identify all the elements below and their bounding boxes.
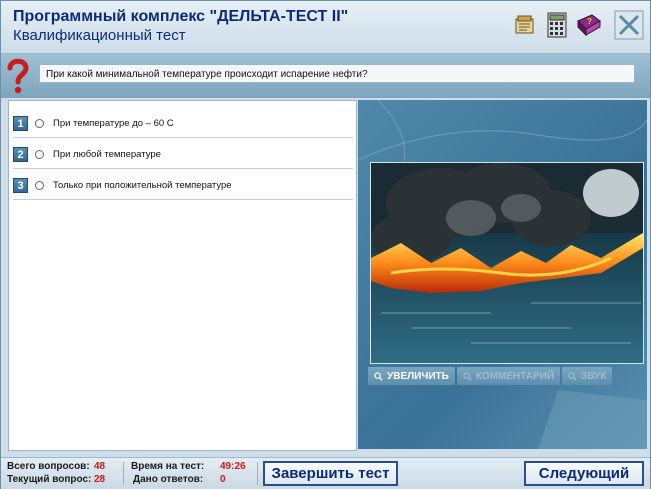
close-icon[interactable]: [614, 9, 644, 41]
question-mark-icon: [6, 56, 30, 96]
comment-button[interactable]: КОММЕНТАРИЙ: [456, 367, 561, 385]
test-time-label: Время на тест:: [131, 461, 205, 472]
status-bar: Всего вопросов: 48 Текущий вопрос: 28 Вр…: [1, 457, 650, 489]
app-title: Программный комплекс "ДЕЛЬТА-ТЕСТ II": [13, 8, 349, 25]
answer-option-1[interactable]: 1 При температуре до – 60 С: [13, 110, 353, 138]
zoom-label: УВЕЛИЧИТЬ: [387, 370, 449, 382]
comment-label: КОММЕНТАРИЙ: [475, 370, 555, 382]
toolbar: ?: [512, 9, 644, 41]
app-subtitle: Квалификационный тест: [13, 27, 186, 44]
answer-text: При температуре до – 60 С: [53, 118, 174, 129]
next-button[interactable]: Следующий: [524, 461, 644, 486]
media-buttons: УВЕЛИЧИТЬ КОММЕНТАРИЙ ЗВУК: [368, 367, 613, 385]
total-questions: Всего вопросов: 48: [7, 461, 105, 472]
divider: [257, 462, 258, 485]
answer-number: 3: [13, 178, 28, 193]
question-bar: При какой минимальной температуре происх…: [1, 54, 650, 98]
answer-option-3[interactable]: 3 Только при положительной температуре: [13, 172, 353, 200]
fire-photo[interactable]: [370, 162, 644, 364]
answer-number: 1: [13, 116, 28, 131]
answer-number: 2: [13, 147, 28, 162]
header: Программный комплекс "ДЕЛЬТА-ТЕСТ II" Кв…: [1, 1, 650, 54]
current-question-label: Текущий вопрос:: [7, 474, 92, 485]
answers-given-value: 0: [220, 474, 226, 485]
answers-panel: 1 При температуре до – 60 С 2 При любой …: [8, 100, 357, 451]
divider: [123, 462, 124, 485]
magnifier-icon: [568, 371, 577, 381]
media-panel: УВЕЛИЧИТЬ КОММЕНТАРИЙ ЗВУК: [358, 100, 647, 449]
sound-label: ЗВУК: [581, 370, 607, 382]
answer-radio[interactable]: [35, 181, 44, 190]
total-questions-value: 48: [94, 461, 106, 472]
answer-radio[interactable]: [35, 150, 44, 159]
sound-button[interactable]: ЗВУК: [562, 367, 613, 385]
question-text: При какой минимальной температуре происх…: [39, 64, 635, 83]
total-questions-label: Всего вопросов:: [7, 461, 90, 472]
answer-text: При любой температуре: [53, 149, 161, 160]
svg-text:?: ?: [587, 17, 592, 26]
answers-given: Дано ответов: 0: [133, 474, 226, 485]
finish-test-button[interactable]: Завершить тест: [263, 461, 398, 486]
answers-given-label: Дано ответов:: [133, 474, 204, 485]
notepad-icon[interactable]: [512, 11, 538, 39]
app-window: Программный комплекс "ДЕЛЬТА-ТЕСТ II" Кв…: [0, 0, 651, 489]
answer-radio[interactable]: [35, 119, 44, 128]
calculator-icon[interactable]: [544, 11, 570, 39]
magnifier-icon: [374, 371, 383, 381]
help-book-icon[interactable]: ?: [576, 11, 602, 39]
magnifier-icon: [463, 371, 472, 381]
answer-text: Только при положительной температуре: [53, 180, 232, 191]
test-time-value: 49:26: [220, 461, 246, 472]
test-time: Время на тест: 49:26: [131, 461, 246, 472]
current-question: Текущий вопрос: 28: [7, 474, 105, 485]
answer-option-2[interactable]: 2 При любой температуре: [13, 141, 353, 169]
current-question-value: 28: [94, 474, 106, 485]
zoom-button[interactable]: УВЕЛИЧИТЬ: [368, 367, 455, 385]
